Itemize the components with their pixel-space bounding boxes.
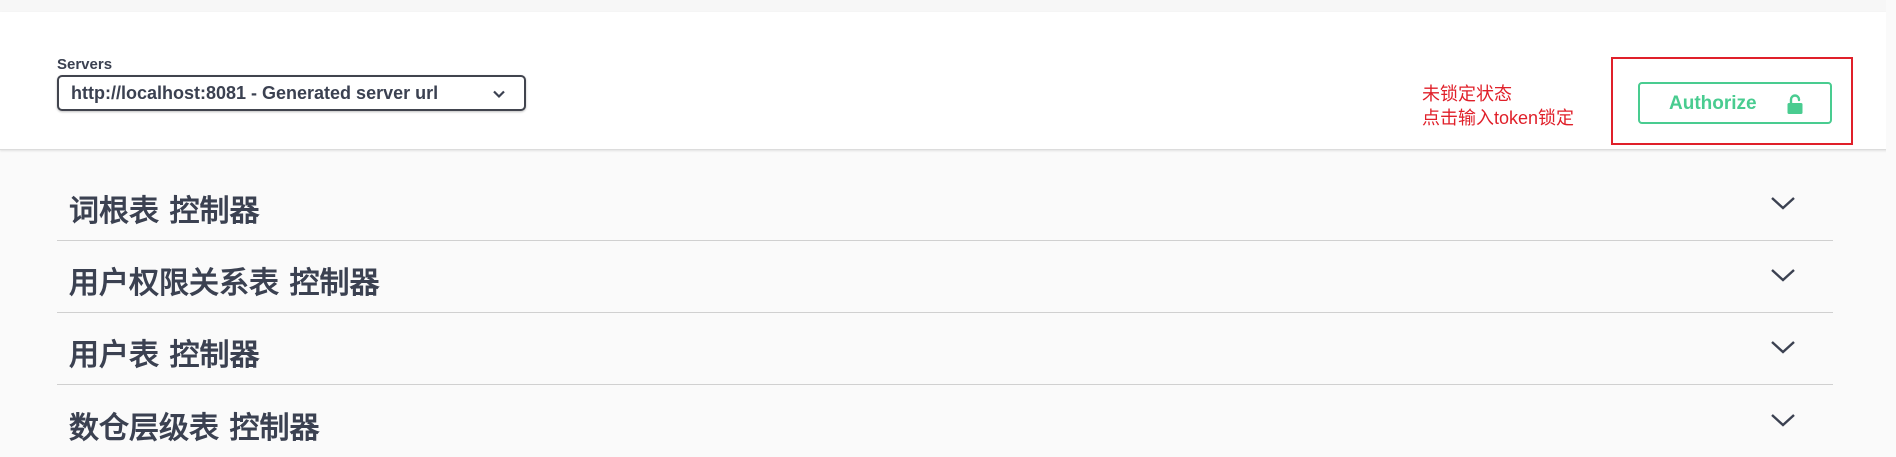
annotation-line-2: 点击输入token锁定	[1422, 108, 1575, 128]
authorize-button[interactable]: Authorize	[1638, 82, 1832, 124]
tag-title: 用户表 控制器	[69, 338, 260, 373]
annotation-line-1: 未锁定状态	[1422, 84, 1512, 104]
tag-title: 用户权限关系表 控制器	[69, 266, 380, 301]
tag-title: 词根表 控制器	[69, 194, 260, 229]
tag-section[interactable]: 用户表 控制器	[57, 312, 1833, 385]
authorize-button-label: Authorize	[1669, 93, 1757, 114]
scrollbar[interactable]	[1886, 0, 1896, 442]
servers-select-value: http://localhost:8081 - Generated server…	[71, 82, 439, 103]
servers-label: Servers	[57, 56, 113, 73]
scheme-container: Servers http://localhost:8081 - Generate…	[0, 12, 1896, 150]
annotation-note: 未锁定状态 点击输入token锁定	[1422, 82, 1574, 130]
chevron-down-icon[interactable]	[1770, 336, 1796, 358]
unlocked-padlock-icon	[1787, 94, 1803, 114]
chevron-down-icon[interactable]	[1770, 264, 1796, 286]
tag-section[interactable]: 用户权限关系表 控制器	[57, 240, 1833, 313]
chevron-down-icon[interactable]	[1770, 409, 1796, 431]
chevron-down-icon	[493, 90, 505, 99]
tag-section[interactable]: 词根表 控制器	[57, 168, 1833, 241]
chevron-down-icon[interactable]	[1770, 192, 1796, 214]
servers-select[interactable]: http://localhost:8081 - Generated server…	[57, 75, 526, 111]
tag-section[interactable]: 数仓层级表 控制器	[57, 385, 1833, 457]
tag-title: 数仓层级表 控制器	[69, 411, 320, 446]
